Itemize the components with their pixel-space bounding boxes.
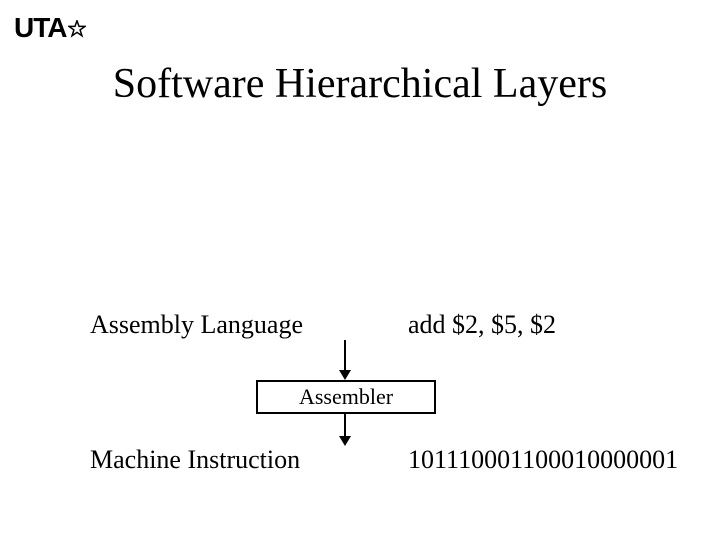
row-assembly: Assembly Language add $2, $5, $2 bbox=[0, 310, 720, 340]
slide: UTA Software Hierarchical Layers Assembl… bbox=[0, 0, 720, 540]
star-icon bbox=[68, 20, 86, 38]
machine-binary: 101110001100010000001 bbox=[360, 445, 720, 475]
slide-title: Software Hierarchical Layers bbox=[0, 60, 720, 108]
assembly-language-label: Assembly Language bbox=[0, 310, 360, 340]
arrow-to-machine bbox=[344, 414, 346, 444]
row-machine: Machine Instruction 10111000110001000000… bbox=[0, 445, 720, 475]
machine-instruction-label: Machine Instruction bbox=[0, 445, 360, 475]
assembler-box: Assembler bbox=[256, 380, 436, 414]
uta-logo: UTA bbox=[14, 12, 86, 44]
arrow-to-assembler bbox=[344, 340, 346, 378]
assembly-example: add $2, $5, $2 bbox=[360, 310, 720, 340]
logo-text: UTA bbox=[14, 12, 66, 44]
